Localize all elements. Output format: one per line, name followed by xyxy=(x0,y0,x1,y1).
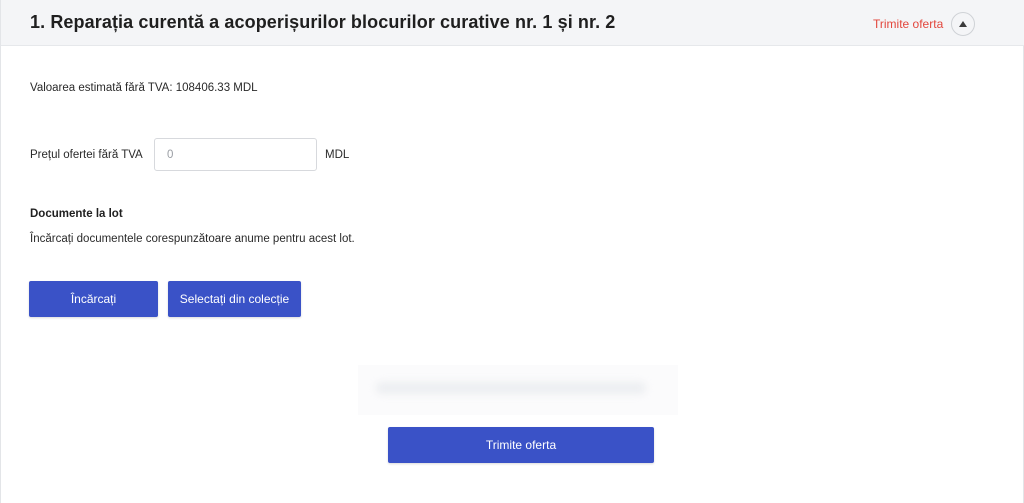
lot-header: 1. Reparația curentă a acoperișurilor bl… xyxy=(1,0,1024,46)
documents-heading: Documente la lot xyxy=(30,208,123,220)
estimated-value: Valoarea estimată fără TVA: 108406.33 MD… xyxy=(30,82,258,94)
lot-panel: 1. Reparația curentă a acoperișurilor bl… xyxy=(0,0,1024,503)
blurred-area xyxy=(358,365,678,415)
triangle-up-icon xyxy=(959,21,967,27)
upload-button[interactable]: Încărcați xyxy=(29,281,158,317)
blurred-text xyxy=(376,382,646,394)
documents-description: Încărcați documentele corespunzătoare an… xyxy=(30,233,355,245)
collapse-button[interactable] xyxy=(951,12,975,36)
currency-label: MDL xyxy=(325,149,350,161)
lot-title: 1. Reparația curentă a acoperișurilor bl… xyxy=(30,12,616,32)
offer-price-input[interactable] xyxy=(154,138,317,171)
send-offer-link[interactable]: Trimite oferta xyxy=(873,17,943,31)
offer-price-label: Prețul ofertei fără TVA xyxy=(30,149,143,161)
select-from-collection-button[interactable]: Selectați din colecție xyxy=(168,281,301,317)
submit-offer-button[interactable]: Trimite oferta xyxy=(388,427,654,463)
